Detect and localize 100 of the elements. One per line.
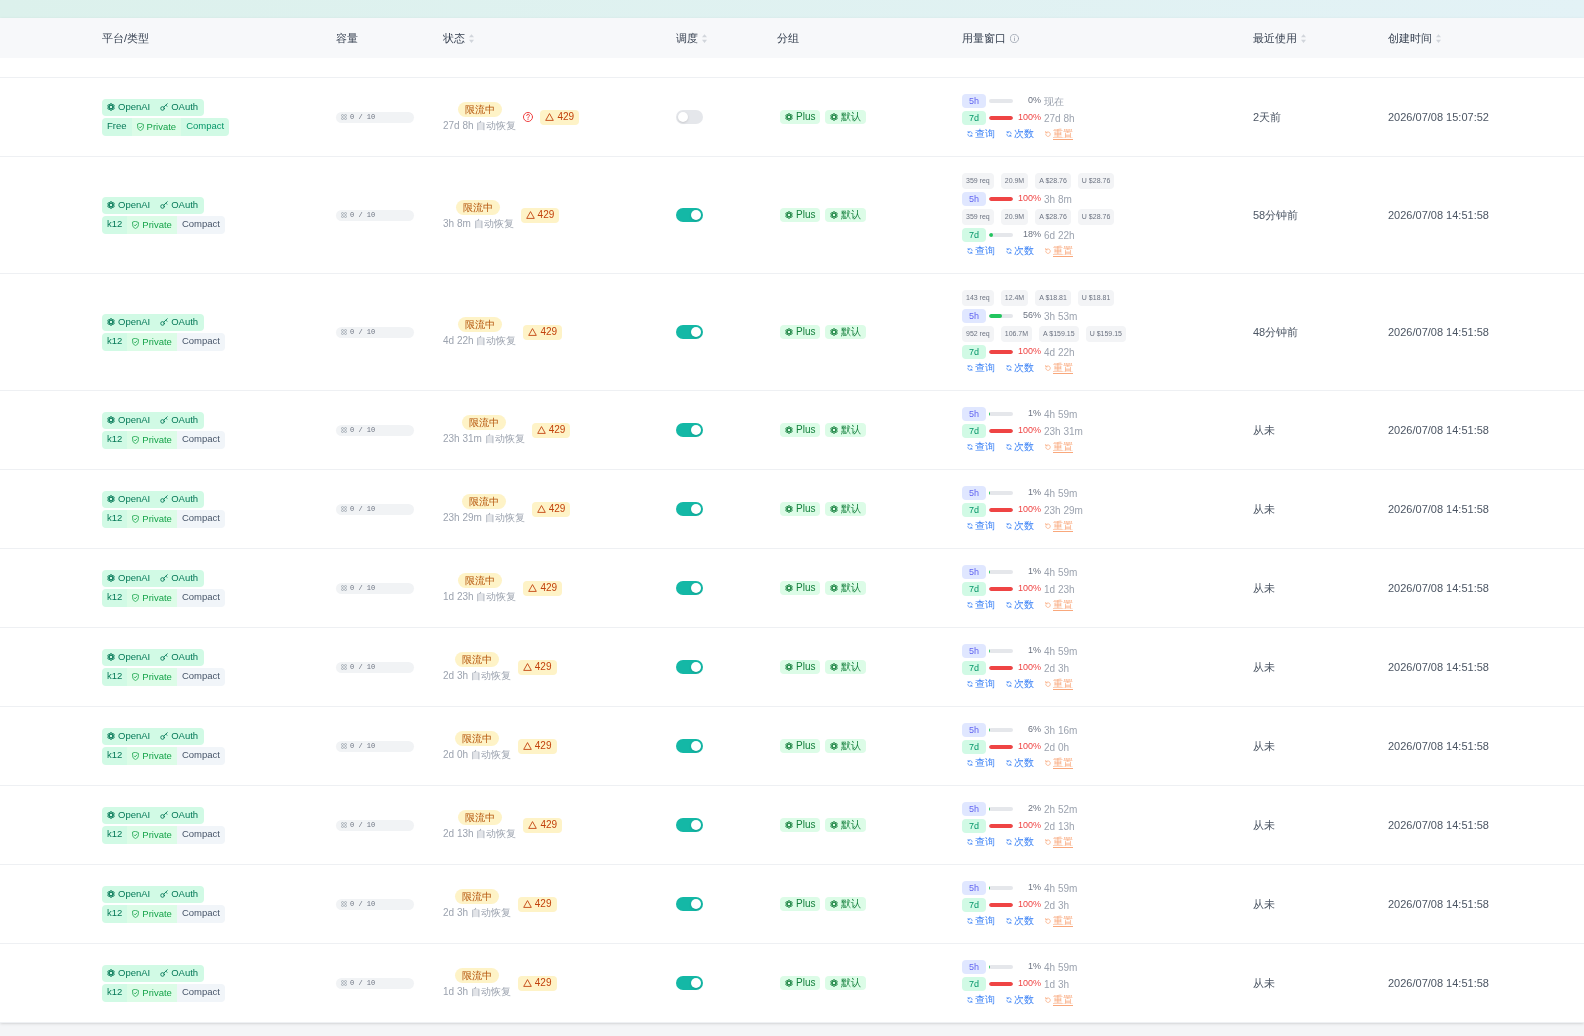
group-name: Plus: [796, 820, 816, 830]
count-button[interactable]: 次数: [1006, 995, 1034, 1005]
reset-button[interactable]: 重置: [1045, 521, 1073, 531]
query-button[interactable]: 查询: [967, 758, 995, 768]
count-button[interactable]: 次数: [1006, 521, 1034, 531]
toggle-switch[interactable]: [676, 897, 703, 911]
query-button[interactable]: 查询: [967, 995, 995, 1005]
toggle-switch[interactable]: [676, 660, 703, 674]
count-button[interactable]: 次数: [1006, 758, 1034, 768]
reset-button[interactable]: 重置: [1045, 363, 1073, 373]
plan-tag: k12: [102, 667, 128, 686]
count-button[interactable]: 次数: [1006, 679, 1034, 689]
key-icon: [160, 495, 169, 503]
query-button[interactable]: 查询: [967, 246, 995, 256]
reset-time: 2d 0h: [1044, 740, 1070, 755]
column-header: 最近使用: [1253, 30, 1297, 46]
reset-button[interactable]: 重置: [1045, 129, 1073, 139]
rosette-icon: [830, 211, 839, 219]
count-button[interactable]: 次数: [1006, 129, 1034, 139]
reset-time: 3h 8m: [1044, 192, 1072, 207]
circular-arrow-icon: [1045, 918, 1051, 924]
grid-icon: [341, 427, 347, 433]
group-name: 默认: [841, 741, 862, 751]
group-name: Plus: [796, 504, 816, 514]
window-label: 5h: [962, 309, 986, 323]
reset-button[interactable]: 重置: [1045, 679, 1073, 689]
rosette-icon: [830, 979, 839, 987]
mode-tag: Compact: [176, 509, 225, 528]
toggle-switch[interactable]: [676, 581, 703, 595]
window-label: 5h: [962, 407, 986, 421]
mode-tag: Compact: [176, 332, 225, 351]
warning-icon: [522, 979, 532, 987]
reset-time: 4h 59m: [1044, 486, 1078, 501]
toggle-switch[interactable]: [676, 325, 703, 339]
count-button[interactable]: 次数: [1006, 363, 1034, 373]
created-time: 2026/07/08 14:51:58: [1388, 659, 1489, 675]
query-button[interactable]: 查询: [967, 129, 995, 139]
toggle-switch[interactable]: [676, 110, 703, 124]
toggle-switch[interactable]: [676, 976, 703, 990]
reset-button[interactable]: 重置: [1045, 916, 1073, 926]
created-time: 2026/07/08 14:51:58: [1388, 896, 1489, 912]
toggle-switch[interactable]: [676, 208, 703, 222]
reset-button[interactable]: 重置: [1045, 758, 1073, 768]
count-button[interactable]: 次数: [1006, 600, 1034, 610]
usage-percent: 100%: [1016, 661, 1041, 675]
circular-arrow-icon: [1045, 131, 1051, 137]
created-time: 2026/07/08 14:51:58: [1388, 324, 1489, 340]
rate-limit-status: 限流中: [457, 810, 502, 825]
toggle-switch[interactable]: [676, 739, 703, 753]
platform-name: OpenAI: [118, 968, 151, 978]
query-button[interactable]: 查询: [967, 600, 995, 610]
mode-tag: Compact: [176, 983, 225, 1002]
key-icon: [160, 318, 169, 326]
rosette-icon: [830, 584, 839, 592]
group-name: Plus: [796, 741, 816, 751]
group-name: Plus: [796, 978, 816, 988]
query-button[interactable]: 查询: [967, 837, 995, 847]
query-button[interactable]: 查询: [967, 521, 995, 531]
reset-button[interactable]: 重置: [1045, 600, 1073, 610]
count-button[interactable]: 次数: [1006, 442, 1034, 452]
auth-type: OAuth: [171, 200, 199, 210]
reset-button[interactable]: 重置: [1045, 995, 1073, 1005]
created-time: 2026/07/08 14:51:58: [1388, 580, 1489, 596]
query-button[interactable]: 查询: [967, 442, 995, 452]
group-name: 默认: [841, 425, 862, 435]
usage-percent: 100%: [1016, 345, 1041, 359]
created-time: 2026/07/08 14:51:58: [1388, 738, 1489, 754]
query-button[interactable]: 查询: [967, 363, 995, 373]
circular-arrow-icon: [1045, 523, 1051, 529]
usage-percent: 1%: [1027, 960, 1041, 974]
rosette-icon: [830, 505, 839, 513]
last-used: 从未: [1253, 501, 1275, 517]
group-name: Plus: [796, 425, 816, 435]
count-button[interactable]: 次数: [1006, 837, 1034, 847]
toggle-switch[interactable]: [676, 502, 703, 516]
visibility-name: Private: [142, 750, 172, 761]
count-button[interactable]: 次数: [1006, 916, 1034, 926]
query-button[interactable]: 查询: [967, 916, 995, 926]
plan-tag: Free: [102, 117, 132, 136]
refresh-icon: [1006, 997, 1012, 1003]
shield-check-icon: [132, 593, 140, 602]
query-button[interactable]: 查询: [967, 679, 995, 689]
warning-icon: [522, 900, 532, 908]
toggle-switch[interactable]: [676, 818, 703, 832]
reset-button[interactable]: 重置: [1045, 246, 1073, 256]
reset-button[interactable]: 重置: [1045, 442, 1073, 452]
created-time: 2026/07/08 14:51:58: [1388, 501, 1489, 517]
column-header: 平台/类型: [102, 30, 150, 46]
mode-tag: Compact: [176, 430, 225, 449]
created-time: 2026/07/08 14:51:58: [1388, 817, 1489, 833]
reset-button[interactable]: 重置: [1045, 837, 1073, 847]
refresh-icon: [1006, 918, 1012, 924]
grid-icon: [341, 506, 347, 512]
warning-icon: [522, 663, 532, 671]
window-label: 5h: [962, 644, 986, 658]
rosette-icon: [107, 653, 115, 661]
reset-time: 4h 59m: [1044, 407, 1078, 422]
toggle-switch[interactable]: [676, 423, 703, 437]
count-button[interactable]: 次数: [1006, 246, 1034, 256]
plan-tag: k12: [102, 904, 128, 923]
